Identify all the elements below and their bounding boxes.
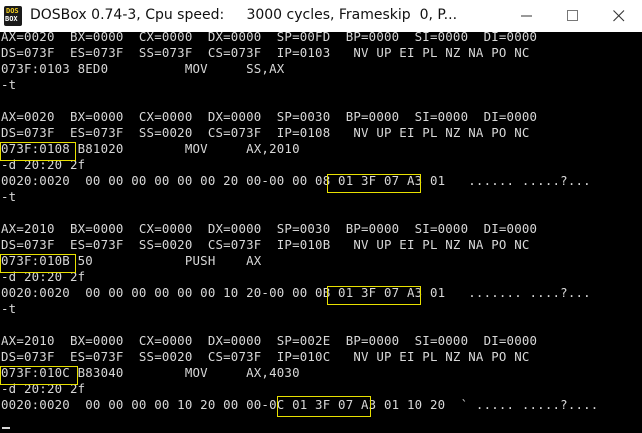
console-line: DS=073F ES=073F SS=0020 CS=073F IP=010B … — [1, 237, 530, 252]
dosbox-app-icon[interactable]: DOS BOX — [4, 6, 22, 26]
console-line: DS=073F ES=073F SS=0020 CS=073F IP=0108 … — [1, 125, 530, 140]
console-line: DS=073F ES=073F SS=073F CS=073F IP=0103 … — [1, 45, 530, 60]
console-line: 0020:0020 00 00 00 00 00 00 20 00-00 00 … — [1, 173, 591, 188]
console-line: 073F:0103 8ED0 MOV SS,AX — [1, 61, 285, 76]
console-line: -t — [1, 77, 17, 92]
close-icon — [613, 10, 625, 22]
window-title: DOSBox 0.74-3, Cpu speed: 3000 cycles, F… — [30, 7, 458, 23]
console-line: AX=0020 BX=0000 CX=0000 DX=0000 SP=00FD … — [1, 32, 538, 44]
memory-bytes-highlight-box — [277, 396, 371, 417]
minimize-button[interactable] — [504, 0, 550, 32]
console-line: AX=0020 BX=0000 CX=0000 DX=0000 SP=0030 … — [1, 109, 538, 124]
address-highlight-box — [0, 366, 78, 385]
console-line: 0020:0020 00 00 00 00 00 00 10 20-00 00 … — [1, 285, 591, 300]
console-line: -t — [1, 189, 17, 204]
minimize-icon — [521, 15, 532, 17]
close-button[interactable] — [596, 0, 642, 32]
console-line: DS=073F ES=073F SS=0020 CS=073F IP=010C … — [1, 349, 530, 364]
console-line: AX=2010 BX=0000 CX=0000 DX=0000 SP=002E … — [1, 333, 538, 348]
console-line: AX=2010 BX=0000 CX=0000 DX=0000 SP=0030 … — [1, 221, 538, 236]
text-cursor — [2, 427, 10, 429]
title-bar[interactable]: DOS BOX DOSBox 0.74-3, Cpu speed: 3000 c… — [0, 0, 642, 32]
console-line: -t — [1, 301, 17, 316]
address-highlight-box — [0, 142, 76, 161]
app-icon-text-top: DOS — [6, 7, 19, 15]
memory-bytes-highlight-box — [327, 286, 421, 305]
maximize-icon — [567, 10, 578, 21]
dosbox-window: DOS BOX DOSBox 0.74-3, Cpu speed: 3000 c… — [0, 0, 642, 433]
maximize-button[interactable] — [550, 0, 596, 32]
dos-console[interactable]: AX=0020 BX=0000 CX=0000 DX=0000 SP=00FD … — [0, 32, 642, 433]
address-highlight-box — [0, 254, 76, 273]
app-icon-text-bottom: BOX — [5, 15, 18, 23]
memory-bytes-highlight-box — [327, 174, 421, 193]
